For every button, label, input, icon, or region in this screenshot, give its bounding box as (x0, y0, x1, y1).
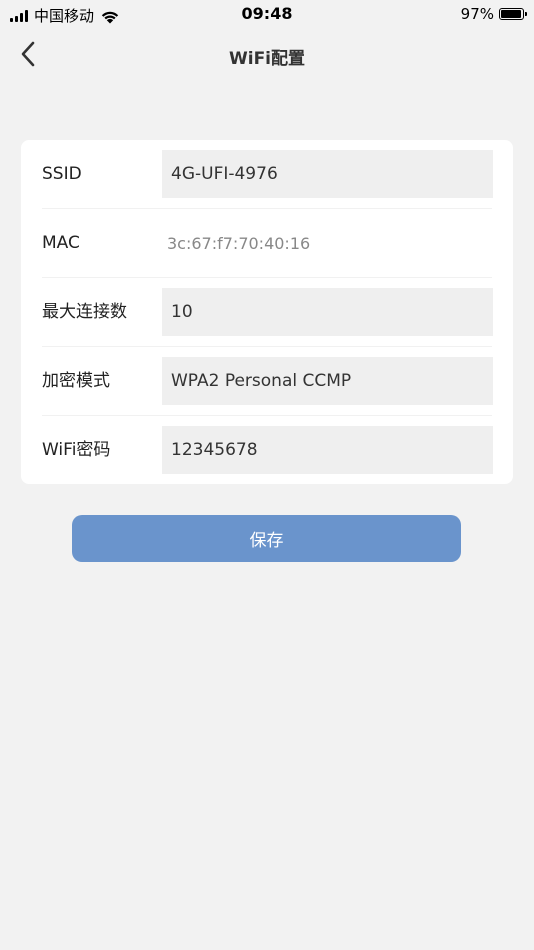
status-time: 09:48 (241, 4, 293, 23)
save-button[interactable]: 保存 (72, 515, 461, 562)
password-label: WiFi密码 (42, 440, 111, 460)
nav-bar: WiFi配置 (0, 28, 534, 84)
password-row: WiFi密码 (21, 416, 513, 485)
ssid-input[interactable] (162, 150, 493, 198)
max-connections-label: 最大连接数 (42, 302, 127, 322)
battery-percent: 97% (460, 5, 494, 23)
ssid-row: SSID (21, 140, 513, 209)
encryption-row: 加密模式 (21, 347, 513, 416)
encryption-label: 加密模式 (42, 371, 110, 391)
mac-label: MAC (42, 233, 80, 253)
ssid-label: SSID (42, 164, 82, 184)
status-bar: 中国移动 09:48 97% (0, 0, 534, 28)
max-connections-input[interactable] (162, 288, 493, 336)
battery-icon (499, 8, 527, 20)
page-title: WiFi配置 (228, 49, 306, 69)
wifi-config-form: SSID MAC 3c:67:f7:70:40:16 最大连接数 加密模式 Wi… (21, 140, 513, 484)
encryption-select[interactable] (162, 357, 493, 405)
max-connections-row: 最大连接数 (21, 278, 513, 347)
mac-value: 3c:67:f7:70:40:16 (167, 234, 311, 253)
mac-row: MAC 3c:67:f7:70:40:16 (21, 209, 513, 278)
password-input[interactable] (162, 426, 493, 474)
battery-fill (501, 10, 522, 18)
status-right: 97% (460, 5, 527, 23)
